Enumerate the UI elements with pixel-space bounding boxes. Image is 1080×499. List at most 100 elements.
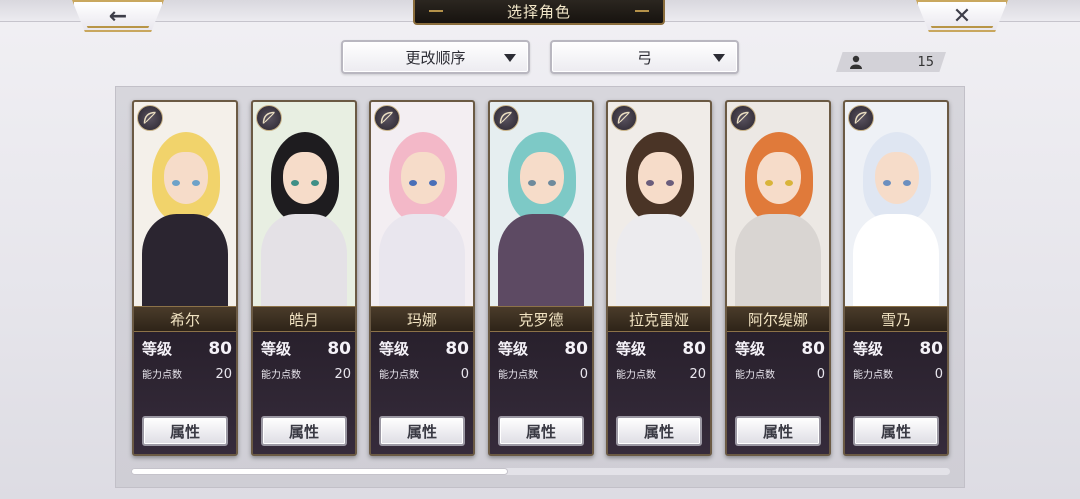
level-label: 等级	[142, 340, 173, 358]
character-name: 皓月	[253, 306, 355, 332]
level-row: 等级 80	[379, 338, 469, 359]
points-row: 能力点数 0	[735, 366, 825, 382]
level-value: 80	[564, 339, 588, 359]
points-value: 20	[689, 367, 706, 382]
close-button[interactable]: ✕	[916, 0, 1008, 32]
points-label: 能力点数	[616, 370, 656, 381]
character-stats: 等级 80 能力点数 0 属性	[727, 332, 829, 454]
level-label: 等级	[735, 340, 766, 358]
points-value: 0	[816, 367, 825, 382]
character-name: 拉克雷娅	[608, 306, 710, 332]
points-value: 0	[460, 367, 469, 382]
level-label: 等级	[261, 340, 292, 358]
level-value: 80	[801, 339, 825, 359]
scrollbar-thumb[interactable]	[131, 468, 508, 475]
attributes-button[interactable]: 属性	[498, 416, 584, 446]
attributes-button[interactable]: 属性	[261, 416, 347, 446]
character-portrait	[490, 102, 592, 306]
points-label: 能力点数	[142, 370, 182, 381]
bow-class-icon	[730, 105, 756, 131]
character-portrait	[845, 102, 947, 306]
points-row: 能力点数 0	[498, 366, 588, 382]
character-portrait	[253, 102, 355, 306]
level-value: 80	[208, 339, 232, 359]
page-title-banner: 选择角色	[413, 0, 665, 25]
bow-class-icon	[374, 105, 400, 131]
level-value: 80	[445, 339, 469, 359]
attributes-button[interactable]: 属性	[616, 416, 702, 446]
level-row: 等级 80	[616, 338, 706, 359]
character-card[interactable]: 克罗德 等级 80 能力点数 0 属性	[488, 100, 594, 456]
points-value: 20	[215, 367, 232, 382]
character-card[interactable]: 拉克雷娅 等级 80 能力点数 20 属性	[606, 100, 712, 456]
roster-count-badge: 15	[836, 52, 946, 72]
points-label: 能力点数	[735, 370, 775, 381]
bow-class-icon	[493, 105, 519, 131]
user-icon	[850, 55, 862, 69]
attributes-button[interactable]: 属性	[379, 416, 465, 446]
points-value: 20	[334, 367, 351, 382]
character-name: 克罗德	[490, 306, 592, 332]
close-icon: ✕	[952, 3, 972, 29]
bow-class-icon	[848, 105, 874, 131]
points-label: 能力点数	[379, 370, 419, 381]
level-label: 等级	[616, 340, 647, 358]
points-label: 能力点数	[498, 370, 538, 381]
sort-order-dropdown[interactable]: 更改顺序	[341, 40, 530, 74]
character-name: 雪乃	[845, 306, 947, 332]
back-arrow-icon: ←	[108, 3, 128, 29]
bow-class-icon	[611, 105, 637, 131]
weapon-filter-dropdown[interactable]: 弓	[550, 40, 739, 74]
points-value: 0	[579, 367, 588, 382]
level-value: 80	[327, 339, 351, 359]
back-button[interactable]: ←	[72, 0, 164, 32]
character-name: 希尔	[134, 306, 236, 332]
banner-deco-right	[635, 10, 649, 12]
character-name: 阿尔缇娜	[727, 306, 829, 332]
points-label: 能力点数	[261, 370, 301, 381]
bow-class-icon	[137, 105, 163, 131]
character-portrait	[134, 102, 236, 306]
level-row: 等级 80	[735, 338, 825, 359]
character-stats: 等级 80 能力点数 0 属性	[371, 332, 473, 454]
character-card[interactable]: 希尔 等级 80 能力点数 20 属性	[132, 100, 238, 456]
character-card[interactable]: 雪乃 等级 80 能力点数 0 属性	[843, 100, 949, 456]
attributes-button[interactable]: 属性	[853, 416, 939, 446]
level-label: 等级	[379, 340, 410, 358]
level-row: 等级 80	[261, 338, 351, 359]
level-row: 等级 80	[853, 338, 943, 359]
page-title: 选择角色	[506, 3, 571, 21]
points-label: 能力点数	[853, 370, 893, 381]
attributes-button[interactable]: 属性	[735, 416, 821, 446]
character-stats: 等级 80 能力点数 0 属性	[845, 332, 947, 454]
character-stats: 等级 80 能力点数 20 属性	[253, 332, 355, 454]
bow-class-icon	[256, 105, 282, 131]
character-portrait	[608, 102, 710, 306]
points-row: 能力点数 0	[379, 366, 469, 382]
level-value: 80	[919, 339, 943, 359]
level-label: 等级	[853, 340, 884, 358]
character-stats: 等级 80 能力点数 0 属性	[490, 332, 592, 454]
character-card[interactable]: 玛娜 等级 80 能力点数 0 属性	[369, 100, 475, 456]
level-value: 80	[682, 339, 706, 359]
character-stats: 等级 80 能力点数 20 属性	[134, 332, 236, 454]
level-label: 等级	[498, 340, 529, 358]
weapon-filter-label: 弓	[636, 48, 652, 67]
chevron-down-icon	[504, 54, 516, 62]
character-portrait	[727, 102, 829, 306]
roster-count: 15	[917, 54, 934, 70]
banner-deco-left	[429, 10, 443, 12]
horizontal-scrollbar[interactable]	[131, 468, 950, 475]
character-card[interactable]: 阿尔缇娜 等级 80 能力点数 0 属性	[725, 100, 831, 456]
level-row: 等级 80	[498, 338, 588, 359]
sort-order-label: 更改顺序	[405, 48, 466, 67]
points-row: 能力点数 20	[261, 366, 351, 382]
points-row: 能力点数 20	[616, 366, 706, 382]
points-row: 能力点数 0	[853, 366, 943, 382]
character-name: 玛娜	[371, 306, 473, 332]
points-value: 0	[934, 367, 943, 382]
attributes-button[interactable]: 属性	[142, 416, 228, 446]
level-row: 等级 80	[142, 338, 232, 359]
points-row: 能力点数 20	[142, 366, 232, 382]
character-card[interactable]: 皓月 等级 80 能力点数 20 属性	[251, 100, 357, 456]
